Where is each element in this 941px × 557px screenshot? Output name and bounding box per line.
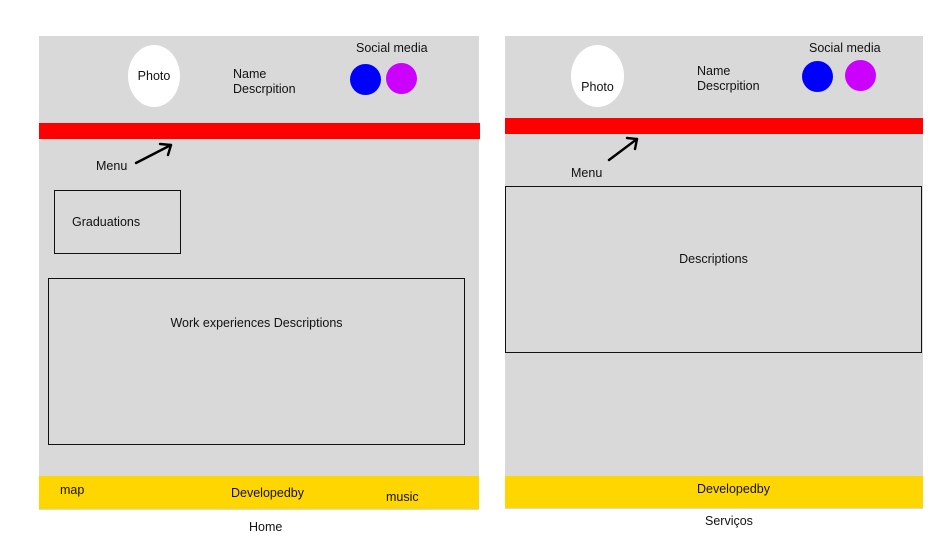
home-description-label: Descrpition <box>233 82 296 96</box>
home-graduations-box: Graduations <box>54 190 181 254</box>
home-work-label: Work experiences Descriptions <box>170 316 343 330</box>
servicos-social-icon-blue[interactable] <box>802 61 833 92</box>
home-social-media-label: Social media <box>356 41 428 55</box>
servicos-photo-label: Photo <box>581 80 614 94</box>
home-menu-label: Menu <box>96 159 128 173</box>
servicos-caption: Serviços <box>705 514 753 528</box>
servicos-social-icon-purple[interactable] <box>845 60 876 91</box>
servicos-description-label: Descrpition <box>697 79 760 93</box>
home-graduations-label: Graduations <box>72 215 141 229</box>
servicos-menu-bar[interactable] <box>505 118 923 134</box>
servicos-descriptions-box: Descriptions <box>505 186 922 353</box>
home-work-experience-box: Work experiences Descriptions <box>48 278 465 445</box>
servicos-footer-developed-by: Developedby <box>697 482 770 496</box>
servicos-menu-label: Menu <box>571 166 603 180</box>
servicos-menu-arrow-icon <box>607 136 639 162</box>
home-photo-label: Photo <box>137 69 171 83</box>
home-profile-photo: Photo <box>128 45 180 107</box>
home-menu-arrow-icon <box>134 142 173 165</box>
home-footer-music-link[interactable]: music <box>386 490 419 505</box>
home-caption: Home <box>249 520 283 534</box>
home-social-icon-blue[interactable] <box>350 64 381 95</box>
servicos-name-label: Name <box>697 64 731 78</box>
home-footer-developed-by: Developedby <box>231 486 304 500</box>
servicos-profile-photo: Photo <box>571 45 624 107</box>
servicos-descriptions-label: Descriptions <box>679 251 748 266</box>
servicos-social-media-label: Social media <box>809 41 881 55</box>
home-social-icon-purple[interactable] <box>386 63 417 94</box>
home-footer-map-link[interactable]: map <box>60 483 84 498</box>
home-name-label: Name <box>233 67 267 81</box>
home-menu-bar[interactable] <box>39 123 480 139</box>
